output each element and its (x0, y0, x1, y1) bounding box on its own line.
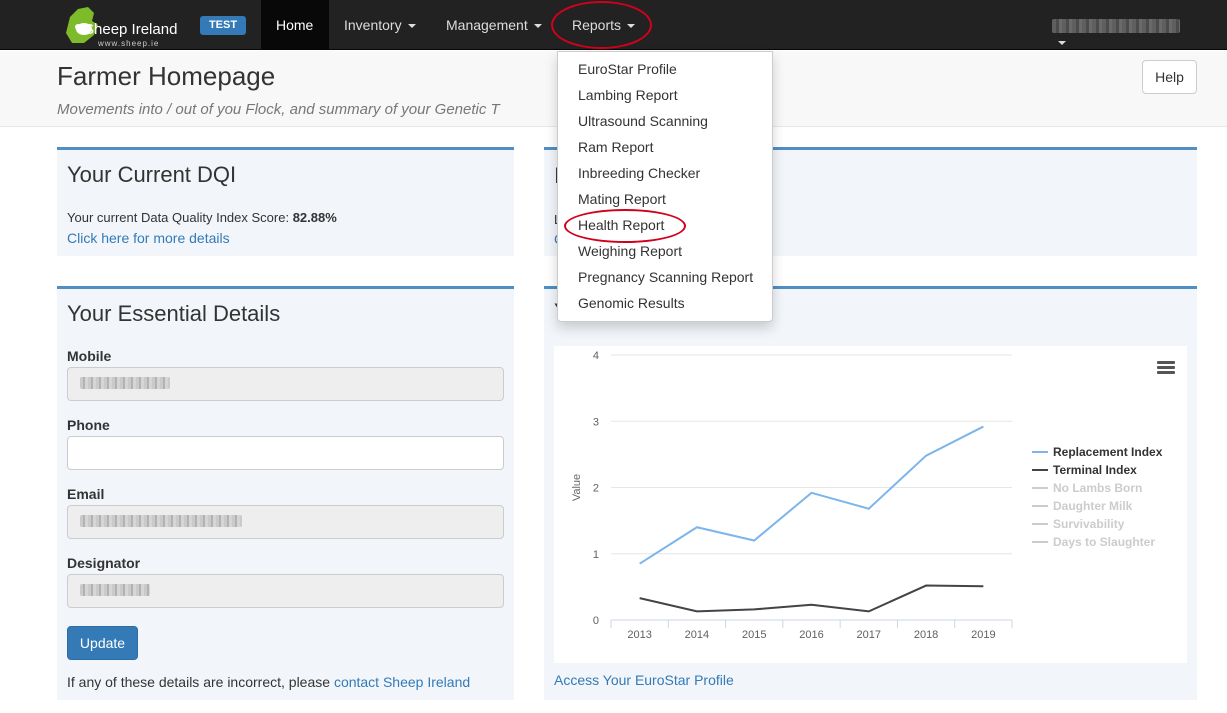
nav-home-label: Home (276, 17, 314, 33)
nav-management-label: Management (446, 17, 528, 33)
dqi-title: Your Current DQI (67, 162, 237, 187)
y-tick-label: 2 (593, 483, 599, 495)
legend-item: Replacement Index (1053, 445, 1163, 459)
menu-inbreeding-checker[interactable]: Inbreeding Checker (558, 160, 772, 186)
legend-item: Terminal Index (1053, 463, 1137, 477)
legend-item: Days to Slaughter (1053, 535, 1155, 549)
details-title: Your Essential Details (67, 301, 281, 326)
y-tick-label: 1 (593, 549, 599, 561)
redacted-value (80, 514, 242, 527)
page-title: Farmer Homepage (57, 61, 276, 91)
page-subtitle: Movements into / out of you Flock, and s… (57, 101, 500, 118)
x-tick-label: 2016 (799, 629, 823, 641)
dqi-score-text: Your current Data Quality Index Score: 8… (67, 210, 337, 225)
x-tick-label: 2018 (914, 629, 938, 641)
y-axis-label: Value (571, 474, 583, 501)
nav-inventory[interactable]: Inventory (329, 0, 431, 50)
menu-mating-report[interactable]: Mating Report (558, 186, 772, 212)
caret-down-icon (407, 24, 416, 29)
annotation-circle (551, 1, 652, 49)
menu-genomic-results[interactable]: Genomic Results (558, 290, 772, 316)
y-tick-label: 0 (593, 615, 599, 627)
eurostar-profile-link[interactable]: Access Your EuroStar Profile (554, 672, 734, 688)
y-tick-label: 4 (593, 350, 599, 362)
genetic-chart-panel: Y 012342013201420152016201720182019Value… (544, 286, 1197, 700)
menu-lambing-report[interactable]: Lambing Report (558, 82, 772, 108)
x-tick-label: 2013 (627, 629, 651, 641)
chart-menu-icon[interactable] (1157, 361, 1175, 375)
email-label: Email (67, 486, 105, 502)
redacted-value (80, 376, 170, 389)
menu-weighing-report[interactable]: Weighing Report (558, 238, 772, 264)
email-field[interactable] (67, 505, 504, 539)
legend-item: No Lambs Born (1053, 481, 1142, 495)
y-tick-label: 3 (593, 416, 599, 428)
mobile-field[interactable] (67, 367, 504, 401)
series-line (639, 425, 984, 565)
caret-down-icon (1058, 40, 1066, 45)
user-menu[interactable] (1052, 17, 1182, 45)
dqi-score: 82.88% (292, 210, 337, 225)
phone-field[interactable] (67, 436, 504, 470)
dqi-text-label: Your current Data Quality Index Score: (67, 210, 293, 225)
contact-link[interactable]: contact Sheep Ireland (334, 674, 470, 690)
phone-label: Phone (67, 417, 110, 433)
sheep-ireland-logo[interactable]: Sheep Ireland www.sheep.ie (58, 3, 178, 48)
incorrect-text: If any of these details are incorrect, p… (67, 674, 334, 690)
annotation-circle (564, 209, 686, 243)
menu-pregnancy-scanning-report[interactable]: Pregnancy Scanning Report (558, 264, 772, 290)
nav-inventory-label: Inventory (344, 17, 402, 33)
dqi-details-link[interactable]: Click here for more details (67, 230, 230, 246)
designator-field[interactable] (67, 574, 504, 608)
username-redacted (1052, 19, 1180, 34)
x-tick-label: 2015 (742, 629, 766, 641)
caret-down-icon (533, 24, 542, 29)
incorrect-details-note: If any of these details are incorrect, p… (67, 674, 470, 690)
mobile-label: Mobile (67, 348, 112, 364)
x-tick-label: 2019 (971, 629, 995, 641)
help-button[interactable]: Help (1142, 60, 1197, 94)
legend-item: Survivability (1053, 517, 1125, 531)
nav-management[interactable]: Management (431, 0, 557, 50)
menu-ultrasound-scanning[interactable]: Ultrasound Scanning (558, 108, 772, 134)
nav-home[interactable]: Home (261, 0, 329, 50)
essential-details-panel: Your Essential Details Mobile Phone Emai… (57, 286, 514, 700)
logo-subtext: www.sheep.ie (98, 39, 160, 48)
dqi-panel: Your Current DQI Your current Data Quali… (57, 147, 514, 256)
logo-text: Sheep Ireland (84, 21, 178, 38)
series-line (639, 584, 984, 613)
redacted-value (80, 583, 150, 596)
legend-item: Daughter Milk (1053, 499, 1133, 513)
index-chart-svg: 0 1 2 3 4 2013 2014 2015 2016 2017 2018 2019 Value Re… (571, 350, 1163, 641)
menu-eurostar-profile[interactable]: EuroStar Profile (558, 56, 772, 82)
x-tick-label: 2014 (685, 629, 709, 641)
env-badge: TEST (200, 16, 246, 35)
top-navbar: Sheep Ireland www.sheep.ie TEST Home Inv… (0, 0, 1227, 50)
index-chart: 0 1 2 3 4 2013 2014 2015 2016 2017 2018 2019 Value Re… (554, 346, 1187, 663)
menu-ram-report[interactable]: Ram Report (558, 134, 772, 160)
x-tick-label: 2017 (857, 629, 881, 641)
update-button[interactable]: Update (67, 626, 138, 660)
reports-dropdown: EuroStar Profile Lambing Report Ultrasou… (557, 51, 773, 322)
designator-label: Designator (67, 555, 141, 571)
